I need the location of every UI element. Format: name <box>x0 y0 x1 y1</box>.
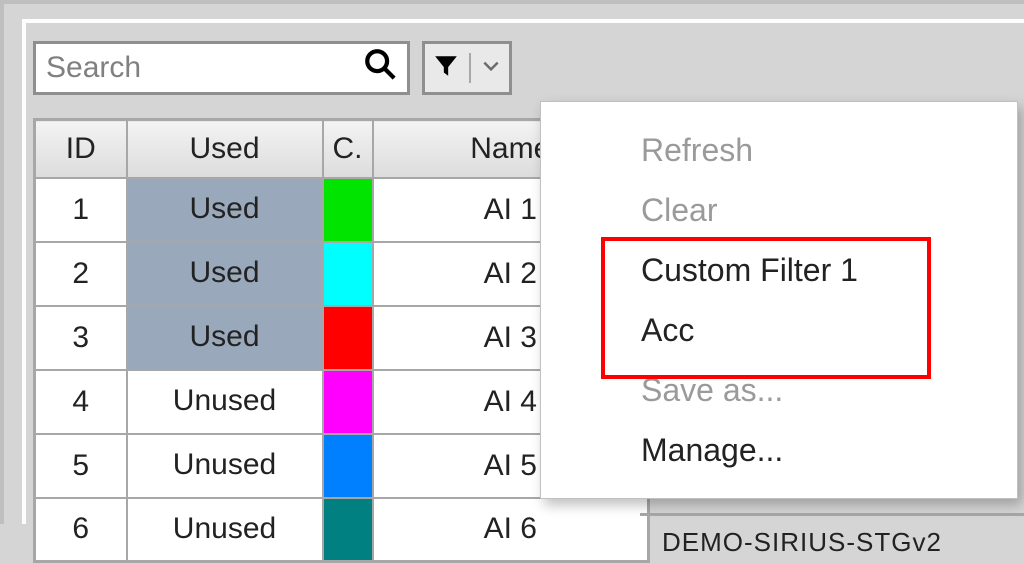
cell-used[interactable]: Unused <box>127 434 323 498</box>
cell-used[interactable]: Unused <box>127 370 323 434</box>
cell-color[interactable] <box>323 242 373 306</box>
menu-item-acc[interactable]: Acc <box>541 300 1017 360</box>
panel-inner: Search ID Used C. <box>22 19 1024 524</box>
funnel-icon <box>433 53 459 84</box>
cell-id: 4 <box>35 370 127 434</box>
cell-used[interactable]: Used <box>127 178 323 242</box>
cell-color[interactable] <box>323 498 373 562</box>
search-input[interactable]: Search <box>33 41 410 95</box>
cell-used[interactable]: Unused <box>127 498 323 562</box>
cell-color[interactable] <box>323 434 373 498</box>
table-row[interactable]: 6Unused AI 6 <box>35 498 649 562</box>
filter-context-menu[interactable]: Refresh Clear Custom Filter 1 Acc Save a… <box>540 101 1018 499</box>
menu-item-refresh[interactable]: Refresh <box>541 120 1017 180</box>
separator <box>469 53 471 83</box>
cell-used[interactable]: Used <box>127 306 323 370</box>
cell-color[interactable] <box>323 370 373 434</box>
menu-item-save-as[interactable]: Save as... <box>541 360 1017 420</box>
search-icon[interactable] <box>363 47 397 89</box>
cell-color[interactable] <box>323 306 373 370</box>
menu-item-custom-filter-1[interactable]: Custom Filter 1 <box>541 240 1017 300</box>
cell-used[interactable]: Used <box>127 242 323 306</box>
col-header-used[interactable]: Used <box>127 120 323 178</box>
cell-id: 2 <box>35 242 127 306</box>
cell-color[interactable] <box>323 178 373 242</box>
col-header-id[interactable]: ID <box>35 120 127 178</box>
peek-border <box>640 513 1024 523</box>
cell-id: 1 <box>35 178 127 242</box>
cell-id: 3 <box>35 306 127 370</box>
cell-name[interactable]: AI 6 <box>373 498 649 562</box>
col-header-c[interactable]: C. <box>323 120 373 178</box>
search-placeholder: Search <box>46 51 363 85</box>
menu-item-clear[interactable]: Clear <box>541 180 1017 240</box>
toolbar: Search <box>33 41 512 95</box>
app-panel: Search ID Used C. <box>0 0 1024 524</box>
filter-button[interactable] <box>422 41 512 95</box>
chevron-down-icon <box>481 56 501 81</box>
peek-device-name: DEMO-SIRIUS-STGv2 <box>662 527 942 558</box>
cell-id: 5 <box>35 434 127 498</box>
cell-id: 6 <box>35 498 127 562</box>
menu-item-manage[interactable]: Manage... <box>541 420 1017 480</box>
